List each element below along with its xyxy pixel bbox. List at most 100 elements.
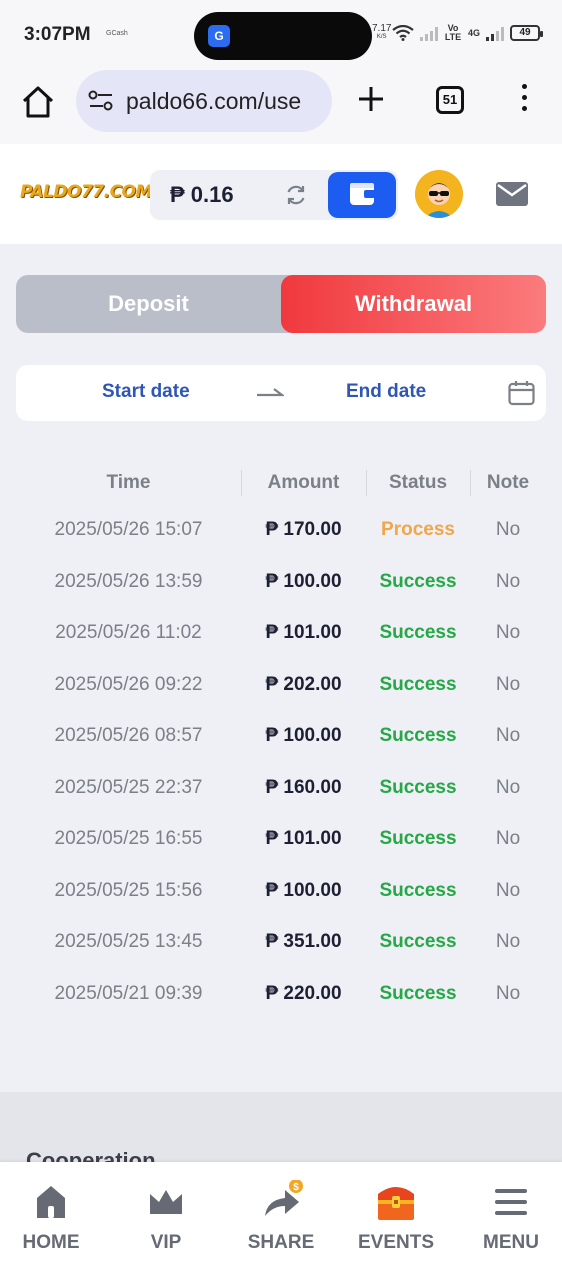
refresh-balance-icon[interactable] — [284, 183, 308, 207]
browser-toolbar: paldo66.com/use 51 — [0, 68, 562, 144]
cell-status: Success — [379, 931, 457, 952]
url-text[interactable]: paldo66.com/use — [126, 88, 326, 115]
cell-time: 2025/05/26 15:07 — [54, 519, 203, 540]
cell-note: No — [495, 725, 521, 746]
browser-home-icon[interactable] — [20, 84, 56, 120]
system-status-bar: 3:07PM GCash G 7.17 K/S Vo LTE 4G 49 — [0, 0, 562, 68]
cell-note: No — [495, 776, 521, 798]
cell-status: Success — [379, 982, 457, 1004]
treasure-chest-icon — [378, 1187, 414, 1220]
nav-vip-label: VIP — [150, 1232, 182, 1253]
cell-note: No — [495, 622, 521, 643]
tab-switcher-button[interactable]: 51 — [436, 86, 464, 114]
nav-share-label: SHARE — [247, 1232, 315, 1253]
cell-time: 2025/05/21 09:39 — [54, 982, 203, 1004]
cell-time: 2025/05/26 09:22 — [54, 673, 203, 695]
cell-status: Success — [379, 879, 457, 901]
cell-amount: ₱ 100.00 — [265, 725, 342, 746]
crown-icon — [150, 1190, 182, 1214]
avatar[interactable] — [415, 170, 463, 218]
nav-events-label: EVENTS — [357, 1232, 435, 1253]
start-date-field[interactable]: Start date — [102, 381, 190, 403]
signal-bars-2-icon — [486, 25, 504, 41]
cell-status: Success — [379, 725, 457, 746]
site-logo[interactable]: PALDO77.COM — [20, 182, 152, 202]
network-speed: 7.17 K/S — [372, 24, 391, 42]
tab-withdrawal[interactable]: Withdrawal — [281, 275, 546, 333]
status-icons: Vo LTE 4G 49 — [392, 23, 543, 42]
cell-amount: ₱ 170.00 — [265, 519, 342, 540]
cell-time: 2025/05/25 22:37 — [54, 776, 203, 798]
network-speed-unit: K/S — [376, 34, 387, 40]
nav-home[interactable]: HOME — [1, 1180, 101, 1254]
table-row: 2025/05/25 15:56 ₱ 100.00 Success No — [16, 867, 546, 919]
cell-time: 2025/05/25 15:56 — [54, 879, 203, 901]
balance-amount: ₱ 0.16 — [170, 182, 234, 207]
network-type-label: 4G — [467, 27, 480, 38]
cell-status: Success — [379, 828, 457, 849]
address-bar[interactable]: paldo66.com/use — [76, 70, 332, 132]
table-row: 2025/05/26 11:02 ₱ 101.00 Success No — [16, 609, 546, 661]
wallet-button[interactable] — [328, 172, 396, 218]
site-settings-icon[interactable] — [88, 90, 114, 112]
column-header-time: Time — [106, 472, 151, 493]
cell-amount: ₱ 202.00 — [265, 673, 342, 695]
cell-time: 2025/05/26 08:57 — [54, 725, 203, 746]
cell-note: No — [495, 879, 521, 901]
nav-menu-label: MENU — [483, 1232, 539, 1253]
mail-icon[interactable] — [496, 182, 528, 206]
svg-text:$: $ — [293, 1182, 299, 1193]
nav-share[interactable]: $ SHARE — [231, 1180, 331, 1254]
date-range-picker[interactable]: Start date End date — [16, 365, 546, 421]
table-header: Time Amount Status Note — [16, 460, 546, 506]
calendar-icon[interactable] — [508, 380, 535, 406]
cell-status: Process — [381, 519, 455, 540]
share-arrow-icon: $ — [265, 1180, 303, 1216]
end-date-field[interactable]: End date — [346, 381, 426, 403]
cell-status: Success — [379, 673, 457, 695]
notification-gcash-icon: GCash — [106, 30, 128, 37]
table-row: 2025/05/25 16:55 ₱ 101.00 Success No — [16, 815, 546, 867]
cell-amount: ₱ 100.00 — [265, 570, 342, 592]
record-type-tabs: Deposit Withdrawal — [16, 275, 546, 333]
volte-label: Vo LTE — [444, 23, 462, 42]
cell-note: No — [495, 519, 521, 540]
clock: 3:07PM — [24, 24, 91, 45]
table-row: 2025/05/26 15:07 ₱ 170.00 Process No — [16, 506, 546, 558]
nav-home-label: HOME — [22, 1232, 80, 1253]
hamburger-menu-icon — [495, 1189, 527, 1215]
table-row: 2025/05/26 09:22 ₱ 202.00 Success No — [16, 661, 546, 713]
cell-amount: ₱ 351.00 — [265, 931, 342, 952]
arrow-right-icon — [257, 388, 284, 397]
cell-note: No — [495, 931, 521, 952]
column-header-note: Note — [486, 472, 530, 493]
cell-note: No — [495, 982, 521, 1004]
table-row: 2025/05/26 13:59 ₱ 100.00 Success No — [16, 558, 546, 610]
site-header: PALDO77.COM ₱ 0.16 — [0, 144, 562, 244]
nav-vip[interactable]: VIP — [116, 1180, 216, 1254]
app-g-icon: G — [208, 25, 230, 47]
nav-events[interactable]: EVENTS — [346, 1180, 446, 1254]
nav-menu[interactable]: MENU — [461, 1180, 561, 1254]
column-header-amount: Amount — [267, 472, 340, 493]
cell-time: 2025/05/25 13:45 — [54, 931, 203, 952]
browser-more-menu-icon[interactable] — [518, 84, 530, 116]
cell-note: No — [495, 673, 521, 695]
table-row: 2025/05/25 13:45 ₱ 351.00 Success No — [16, 918, 546, 970]
column-header-status: Status — [388, 472, 448, 493]
bottom-navigation: HOME VIP $ SHARE EVENTS MENU — [0, 1162, 562, 1280]
cell-time: 2025/05/26 11:02 — [55, 622, 202, 643]
cell-time: 2025/05/26 13:59 — [54, 570, 203, 592]
cell-status: Success — [379, 622, 457, 643]
cell-amount: ₱ 101.00 — [265, 828, 342, 849]
tab-deposit[interactable]: Deposit — [16, 275, 281, 333]
camera-island: G — [194, 12, 372, 60]
avatar-cartoon-icon — [415, 170, 463, 218]
table-body: 2025/05/26 15:07 ₱ 170.00 Process No 2025/0… — [16, 506, 546, 1021]
withdrawal-records-table: Time Amount Status Note 2025/05/26 15:07… — [16, 460, 546, 1021]
cell-amount: ₱ 160.00 — [265, 776, 342, 798]
new-tab-plus-icon[interactable] — [356, 84, 386, 114]
home-icon — [37, 1186, 65, 1218]
wifi-icon — [392, 25, 414, 41]
cell-amount: ₱ 101.00 — [265, 622, 342, 643]
